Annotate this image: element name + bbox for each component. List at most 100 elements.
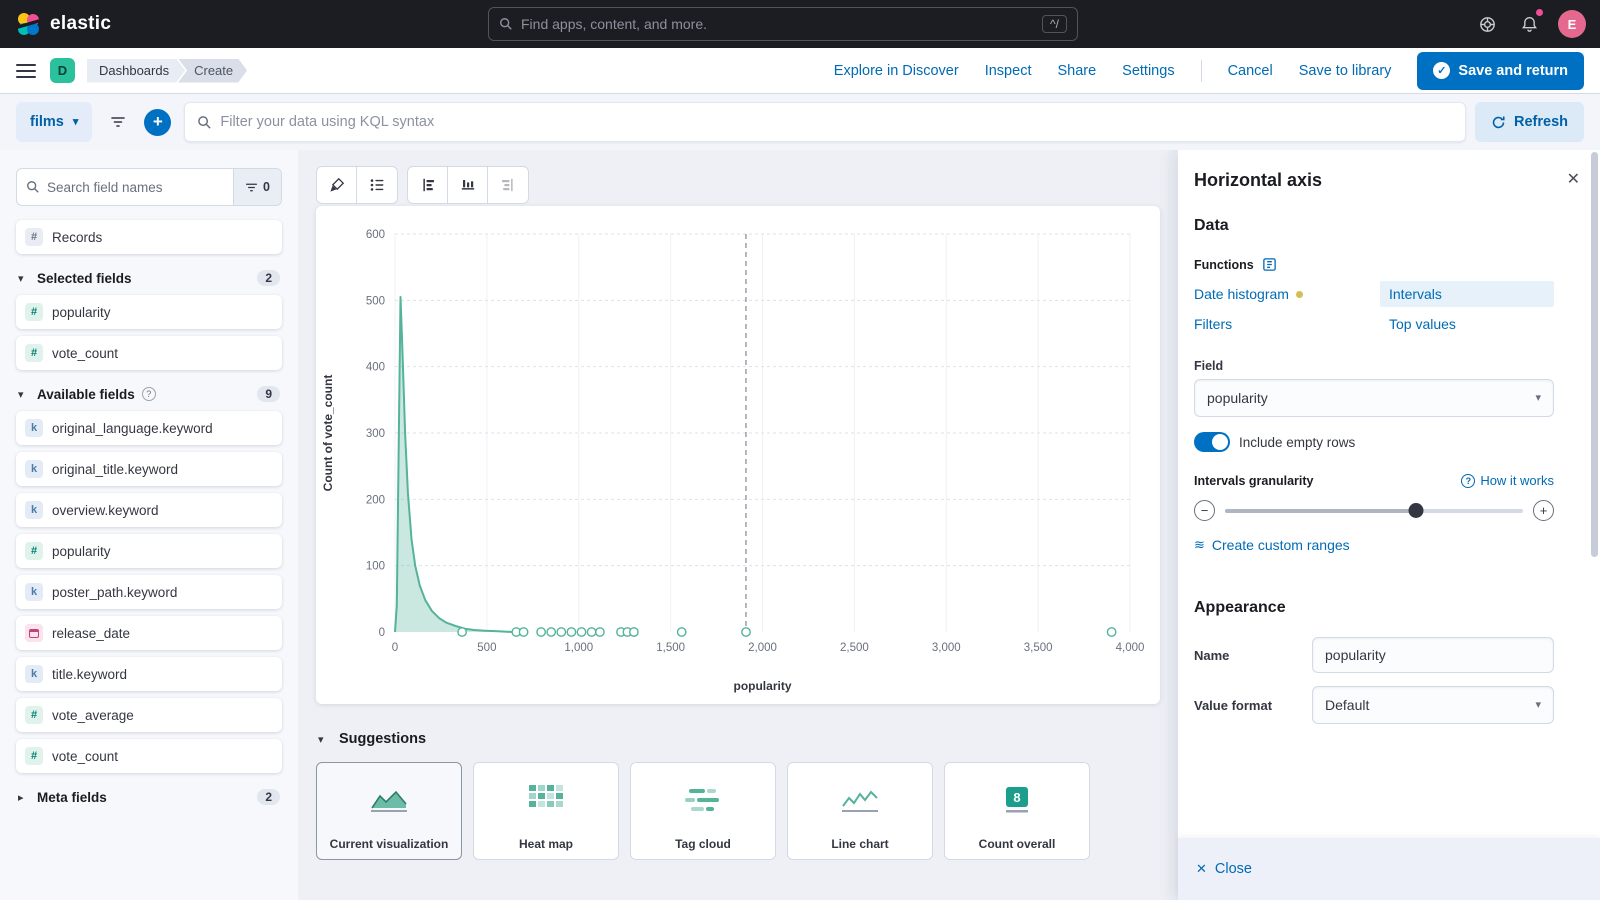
available-fields-header[interactable]: ▾ Available fields ? 9 xyxy=(18,386,280,402)
help-icon[interactable] xyxy=(1474,11,1500,37)
data-view-picker[interactable]: films ▾ xyxy=(16,102,92,142)
left-axis-button[interactable] xyxy=(408,167,448,203)
alerts-icon[interactable] xyxy=(1516,11,1542,37)
field-item[interactable]: # vote_count xyxy=(16,739,282,773)
granularity-slider-track[interactable] xyxy=(1225,509,1523,513)
heat-map-icon xyxy=(529,785,563,815)
number-field-icon: # xyxy=(25,303,43,321)
increase-granularity-button[interactable]: + xyxy=(1533,500,1554,521)
scrollbar-thumb[interactable] xyxy=(1591,152,1598,557)
add-filter-button[interactable]: + xyxy=(144,109,171,136)
suggestions-header[interactable]: ▾ Suggestions xyxy=(318,731,426,747)
elastic-logo[interactable] xyxy=(14,10,42,38)
field-item[interactable]: # vote_count xyxy=(16,336,282,370)
chevron-down-icon: ▾ xyxy=(73,117,79,128)
toolbar-group-display xyxy=(316,166,398,204)
field-item[interactable]: k original_language.keyword xyxy=(16,411,282,445)
functions-label: Functions xyxy=(1194,258,1254,272)
global-search-input[interactable] xyxy=(521,16,1034,32)
available-fields-count: 9 xyxy=(257,386,280,402)
right-axis-button xyxy=(488,167,528,203)
include-empty-rows-label: Include empty rows xyxy=(1239,435,1355,450)
cancel-button[interactable]: Cancel xyxy=(1228,63,1273,79)
field-search-input[interactable] xyxy=(47,180,224,195)
close-flyout-button[interactable]: ✕ Close xyxy=(1196,861,1252,877)
field-item[interactable]: k poster_path.keyword xyxy=(16,575,282,609)
function-filters[interactable]: Filters xyxy=(1194,311,1380,337)
value-format-select[interactable]: Default ▾ xyxy=(1312,686,1554,724)
field-filter-button[interactable]: 0 xyxy=(233,169,281,205)
refresh-button[interactable]: Refresh xyxy=(1475,102,1584,142)
field-item[interactable]: k overview.keyword xyxy=(16,493,282,527)
field-item[interactable]: k original_title.keyword xyxy=(16,452,282,486)
name-label: Name xyxy=(1194,648,1312,663)
field-item-records[interactable]: # Records xyxy=(16,220,282,254)
global-search[interactable]: ^/ xyxy=(488,7,1078,41)
suggestion-heat-map[interactable]: Heat map xyxy=(473,762,619,860)
kql-input[interactable] xyxy=(220,114,1453,130)
value-format-label: Value format xyxy=(1194,698,1312,713)
include-empty-rows-toggle[interactable] xyxy=(1194,432,1230,452)
function-intervals[interactable]: Intervals xyxy=(1380,281,1554,307)
save-and-return-label: Save and return xyxy=(1458,63,1568,79)
share-link[interactable]: Share xyxy=(1057,63,1096,79)
value-format-value: Default xyxy=(1325,697,1369,713)
settings-link[interactable]: Settings xyxy=(1122,63,1174,79)
functions-docs-icon[interactable] xyxy=(1262,257,1277,272)
field-name: original_language.keyword xyxy=(52,421,213,436)
metric-icon: 8 xyxy=(1000,785,1034,815)
section-label: Selected fields xyxy=(37,271,132,286)
selected-fields-header[interactable]: ▾ Selected fields 2 xyxy=(18,270,280,286)
breadcrumb-dashboards[interactable]: Dashboards xyxy=(87,59,185,83)
field-item[interactable]: release_date xyxy=(16,616,282,650)
flyout-title: Horizontal axis xyxy=(1194,170,1322,191)
dashboard-app-badge: D xyxy=(50,58,75,83)
line-chart-icon xyxy=(841,786,879,814)
suggestions-row: Current visualization Heat map Tag cloud… xyxy=(316,762,1090,860)
field-item[interactable]: # vote_average xyxy=(16,698,282,732)
date-field-icon xyxy=(25,624,43,642)
brand-name: elastic xyxy=(50,13,111,35)
close-icon[interactable]: ✕ xyxy=(1565,170,1582,190)
svg-text:400: 400 xyxy=(366,362,385,374)
kql-search-box[interactable] xyxy=(184,102,1466,142)
query-bar: films ▾ + Refresh xyxy=(0,94,1600,150)
field-search[interactable] xyxy=(17,169,233,205)
inspect-link[interactable]: Inspect xyxy=(985,63,1032,79)
field-select[interactable]: popularity ▾ xyxy=(1194,379,1554,417)
suggestion-tag-cloud[interactable]: Tag cloud xyxy=(630,762,776,860)
field-filters-icon[interactable] xyxy=(101,102,135,142)
field-name: overview.keyword xyxy=(52,503,159,518)
decrease-granularity-button[interactable]: − xyxy=(1194,500,1215,521)
function-top-values[interactable]: Top values xyxy=(1380,311,1554,337)
meta-fields-header[interactable]: ▸ Meta fields 2 xyxy=(18,789,280,805)
explore-in-discover-link[interactable]: Explore in Discover xyxy=(834,63,959,79)
create-custom-ranges-link[interactable]: ≋ Create custom ranges xyxy=(1194,537,1554,553)
toolbar-group-axes xyxy=(407,166,529,204)
partial-support-dot xyxy=(1296,291,1303,298)
legend-button[interactable] xyxy=(357,167,397,203)
axis-left-icon xyxy=(420,177,436,193)
suggestion-line-chart[interactable]: Line chart xyxy=(787,762,933,860)
axis-bottom-icon xyxy=(460,177,476,193)
field-item[interactable]: # popularity xyxy=(16,534,282,568)
create-custom-ranges-label: Create custom ranges xyxy=(1212,537,1350,553)
save-and-return-button[interactable]: ✓ Save and return xyxy=(1417,52,1584,90)
how-it-works-link[interactable]: ? How it works xyxy=(1461,473,1554,488)
close-icon: ✕ xyxy=(1196,861,1207,877)
field-item[interactable]: # popularity xyxy=(16,295,282,329)
refresh-icon xyxy=(1491,115,1506,130)
user-avatar[interactable]: E xyxy=(1558,10,1586,38)
save-to-library-button[interactable]: Save to library xyxy=(1299,63,1392,79)
visual-options-button[interactable] xyxy=(317,167,357,203)
menu-icon[interactable] xyxy=(16,64,36,78)
name-input[interactable] xyxy=(1312,637,1554,673)
suggestion-current-visualization[interactable]: Current visualization xyxy=(316,762,462,860)
field-item[interactable]: k title.keyword xyxy=(16,657,282,691)
granularity-slider-thumb[interactable] xyxy=(1408,503,1423,518)
function-date-histogram[interactable]: Date histogram xyxy=(1194,281,1380,307)
question-icon: ? xyxy=(1461,474,1475,488)
bottom-axis-button[interactable] xyxy=(448,167,488,203)
suggestion-count-overall[interactable]: 8 Count overall xyxy=(944,762,1090,860)
notification-dot xyxy=(1536,9,1543,16)
